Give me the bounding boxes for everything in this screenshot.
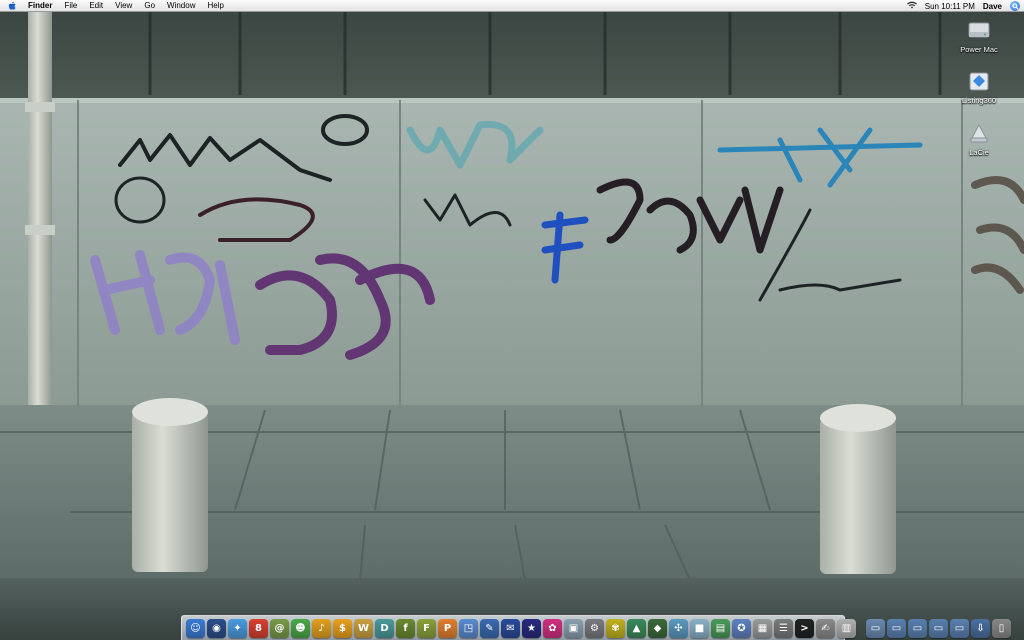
mail-icon[interactable]: ✉ xyxy=(501,618,520,638)
desktop-icon-power-mac[interactable]: Power Mac xyxy=(954,17,1004,54)
chat-icon[interactable]: ☻ xyxy=(291,618,310,638)
calculator-icon[interactable]: ▥ xyxy=(837,618,856,638)
apple-icon[interactable] xyxy=(0,0,24,12)
flower-icon[interactable]: ✿ xyxy=(543,618,562,638)
fast-user-switch[interactable]: Dave xyxy=(983,2,1002,11)
settings-icon[interactable]: ⚙ xyxy=(585,618,604,638)
fireworks-icon[interactable]: F xyxy=(417,618,436,638)
preview-icon[interactable]: ◳ xyxy=(459,618,478,638)
desktop-icon-label: Power Mac xyxy=(960,45,998,54)
menu-view[interactable]: View xyxy=(109,0,138,12)
itunes-icon[interactable]: ♪ xyxy=(312,618,331,638)
folder-icon-4[interactable]: ▭ xyxy=(929,618,948,638)
finder-icon[interactable]: ☺ xyxy=(186,618,205,638)
disk-image-icon xyxy=(969,72,989,91)
folder-icon-2[interactable]: ▭ xyxy=(887,618,906,638)
safari-icon[interactable]: ✦ xyxy=(228,618,247,638)
spreadsheet-icon[interactable]: ▦ xyxy=(753,618,772,638)
menubar-clock[interactable]: Sun 10:11 PM xyxy=(925,2,975,11)
map-icon[interactable]: ▲ xyxy=(627,618,646,638)
dock-documents: ▭ ▭ ▭ ▭ ▭ ⇩ ▯ xyxy=(865,618,1012,638)
dashboard-icon[interactable]: ◉ xyxy=(207,618,226,638)
script-icon[interactable]: ✍ xyxy=(816,618,835,638)
trash-icon[interactable]: ▯ xyxy=(992,618,1011,638)
desktop-icon-label: LaCie xyxy=(969,148,989,157)
menu-bar: Finder File Edit View Go Window Help Sun… xyxy=(0,0,1024,12)
addressbook-icon[interactable]: @ xyxy=(270,618,289,638)
flowerpot-icon[interactable]: ✾ xyxy=(606,618,625,638)
desktop-icon-listing360[interactable]: Listing360 xyxy=(954,68,1004,105)
photos-icon[interactable]: ▣ xyxy=(564,618,583,638)
menu-app-finder[interactable]: Finder xyxy=(24,0,58,12)
star-icon[interactable]: ★ xyxy=(522,618,541,638)
desktop-wallpaper xyxy=(0,0,1024,640)
desktop-icon-lacie[interactable]: LaCie xyxy=(954,120,1004,157)
menu-window[interactable]: Window xyxy=(161,0,201,12)
desktop-icon-label: Listing360 xyxy=(961,96,997,105)
cube-icon[interactable]: ■ xyxy=(690,618,709,638)
hard-drive-icon xyxy=(968,22,990,38)
shield-icon[interactable]: ◆ xyxy=(648,618,667,638)
dock-apps: ☺ ◉ ✦ 8 @ ☻ ♪ $ W Df F P ◳ ✎ ✉ ★ ✿ ▣ ⚙ ✾ ▲ ◆ ✣ ■ ▤ ✪ ▦ ☰ > ✍ ▥ xyxy=(185,618,857,638)
photoshop-icon[interactable]: P xyxy=(438,618,457,638)
dreamweaver-icon[interactable]: D xyxy=(375,618,394,638)
menu-help[interactable]: Help xyxy=(201,0,229,12)
network-icon[interactable]: ✣ xyxy=(669,618,688,638)
spotlight-icon[interactable] xyxy=(1010,1,1020,11)
folder-icon-3[interactable]: ▭ xyxy=(908,618,927,638)
external-drive-icon xyxy=(970,123,988,143)
tool-icon[interactable]: ✪ xyxy=(732,618,751,638)
terminal-icon[interactable]: > xyxy=(795,618,814,638)
download-icon[interactable]: ⇩ xyxy=(971,618,990,638)
wifi-icon[interactable] xyxy=(906,1,917,11)
menu-file[interactable]: File xyxy=(58,0,83,12)
menu-go[interactable]: Go xyxy=(138,0,161,12)
folder-icon-1[interactable]: ▭ xyxy=(866,618,885,638)
dock: ☺ ◉ ✦ 8 @ ☻ ♪ $ W Df F P ◳ ✎ ✉ ★ ✿ ▣ ⚙ ✾ ▲ ◆ ✣ ■ ▤ ✪ ▦ ☰ > ✍ ▥ ▭ ▭ ▭ ▭ ▭ ⇩ ▯ xyxy=(181,615,1011,640)
list-icon[interactable]: ☰ xyxy=(774,618,793,638)
flash-icon[interactable]: f xyxy=(396,618,415,638)
box-icon[interactable]: ▤ xyxy=(711,618,730,638)
money-icon[interactable]: $ xyxy=(333,618,352,638)
word-icon[interactable]: W xyxy=(354,618,373,638)
folder-icon-5[interactable]: ▭ xyxy=(950,618,969,638)
textedit-icon[interactable]: ✎ xyxy=(480,618,499,638)
ical-icon[interactable]: 8 xyxy=(249,618,268,638)
menu-edit[interactable]: Edit xyxy=(83,0,109,12)
